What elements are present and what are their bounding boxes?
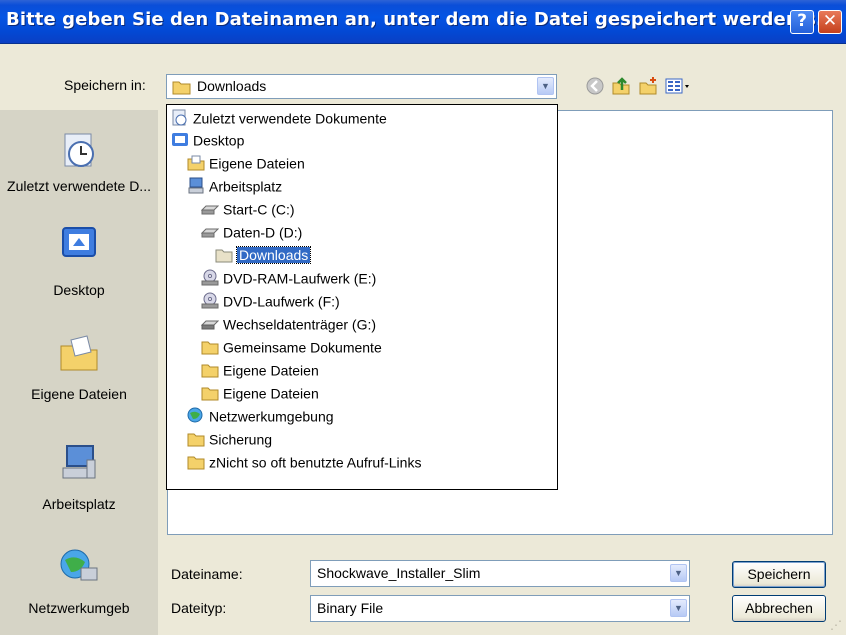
title-bar[interactable]: Bitte geben Sie den Dateinamen an, unter… [0,0,846,44]
desktop-icon [172,133,188,147]
my-documents-icon [60,335,98,371]
dropdown-item[interactable]: Eigene Dateien [187,151,305,173]
recent-documents-icon [172,109,187,126]
dropdown-item[interactable]: Start-C (C:) [201,197,295,219]
place-label: Eigene Dateien [31,386,127,402]
filename-input[interactable]: Shockwave_Installer_Slim [317,565,480,581]
dropdown-item[interactable]: Zuletzt verwendete Dokumente [171,106,387,128]
network-places-icon [60,549,98,581]
close-button[interactable]: ✕ [818,10,842,34]
save-in-label: Speichern in: [64,77,146,93]
folder-icon [172,81,191,95]
dropdown-item[interactable]: Wechseldatenträger (G:) [201,312,376,334]
hard-drive-icon [201,205,219,215]
dropdown-item[interactable]: Daten-D (D:) [201,220,302,242]
dropdown-item[interactable]: Eigene Dateien [201,381,319,403]
my-documents-icon [187,155,205,171]
places-bar: Zuletzt verwendete D... Desktop Eigene D… [0,110,158,635]
folder-icon [201,387,219,401]
filetype-value: Binary File [317,600,384,616]
desktop-icon [62,227,96,257]
place-label: Desktop [53,282,105,298]
dvd-drive-icon [201,269,219,286]
filename-dropdown-button[interactable]: ▼ [670,564,687,582]
place-label: Zuletzt verwendete D... [7,178,151,194]
folder-icon [201,364,219,378]
dropdown-item[interactable]: Netzwerkumgebung [187,404,334,426]
dialog-title: Bitte geben Sie den Dateinamen an, unter… [6,9,837,30]
resize-grip-icon[interactable]: ⋰ [830,618,842,632]
folder-icon [187,456,205,470]
save-in-combo[interactable]: Downloads ▼ [166,74,557,99]
my-computer-icon [62,445,96,479]
my-computer-icon [188,177,204,194]
back-icon[interactable] [585,76,605,96]
dropdown-item-selected[interactable]: Downloads [215,243,312,265]
new-folder-icon[interactable] [638,76,658,96]
dropdown-item[interactable]: zNicht so oft benutzte Aufruf-Links [187,450,421,472]
place-label: Netzwerkumgeb [28,600,130,616]
filename-combo[interactable]: Shockwave_Installer_Slim ▼ [310,560,690,587]
save-in-value: Downloads [197,78,267,94]
filename-label: Dateiname: [171,566,243,582]
dropdown-item[interactable]: Gemeinsame Dokumente [201,335,382,357]
dropdown-item[interactable]: Eigene Dateien [201,358,319,380]
dropdown-item[interactable]: Arbeitsplatz [187,174,282,196]
filetype-label: Dateityp: [171,600,227,616]
removable-drive-icon [201,320,219,330]
recent-documents-icon [64,133,94,167]
dvd-drive-icon [201,292,219,309]
folder-icon [187,433,205,447]
location-dropdown-list[interactable]: Zuletzt verwendete Dokumente Desktop Eig… [166,104,558,490]
dropdown-item[interactable]: Desktop [171,128,244,150]
up-folder-icon[interactable] [611,76,631,96]
hard-drive-icon [201,228,219,238]
folder-icon [201,341,219,355]
filetype-dropdown-button[interactable]: ▼ [670,599,687,617]
views-menu-icon[interactable] [665,76,695,96]
help-button[interactable]: ? [790,10,814,34]
folder-icon [215,249,233,263]
save-button[interactable]: Speichern [732,561,826,588]
dropdown-item[interactable]: Sicherung [187,427,272,449]
dropdown-item[interactable]: DVD-RAM-Laufwerk (E:) [201,266,376,288]
dropdown-item[interactable]: DVD-Laufwerk (F:) [201,289,340,311]
cancel-button[interactable]: Abbrechen [732,595,826,622]
network-places-icon [187,407,203,423]
place-label: Arbeitsplatz [42,496,116,512]
filetype-combo[interactable]: Binary File ▼ [310,595,690,622]
save-in-dropdown-button[interactable]: ▼ [537,77,554,95]
